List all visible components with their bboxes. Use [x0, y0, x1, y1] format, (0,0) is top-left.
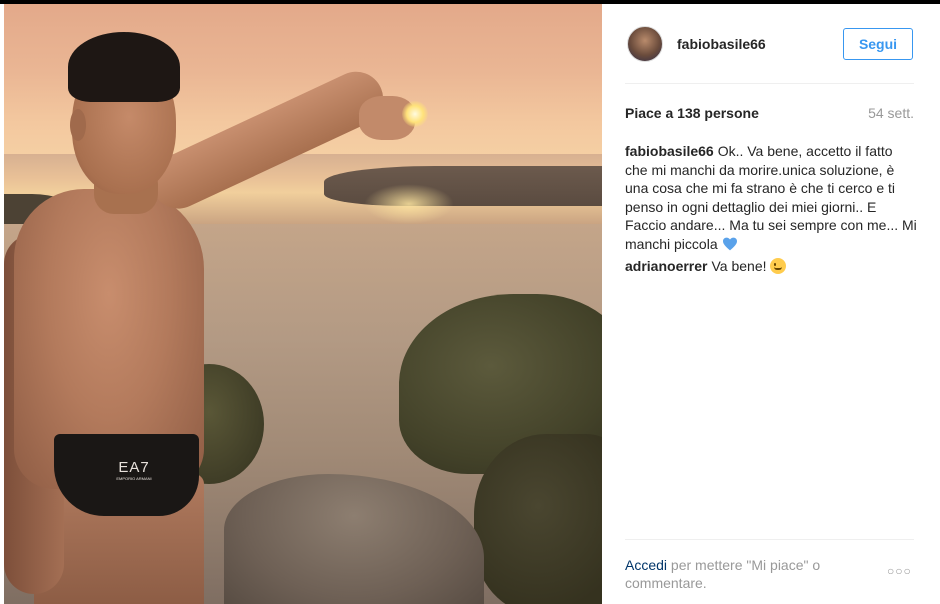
comments-list: fabiobasile66 Ok.. Va bene, accetto il fa…	[625, 142, 917, 280]
person-ear	[70, 109, 86, 141]
post-modal: EA7 EMPORIO ARMANI fabiobasile66 Segui P…	[0, 0, 940, 604]
likes-count[interactable]: Piace a 138 persone	[625, 105, 759, 121]
comment: fabiobasile66 Ok.. Va bene, accetto il fa…	[625, 142, 917, 253]
post-username[interactable]: fabiobasile66	[677, 36, 766, 52]
comment-author[interactable]: fabiobasile66	[625, 143, 714, 159]
post-timestamp[interactable]: 54 sett.	[868, 105, 914, 121]
trunks-logo-text: EA7	[118, 459, 150, 476]
comment-author[interactable]: adrianoerrer	[625, 258, 707, 274]
ellipsis-icon[interactable]: ○○○	[887, 564, 912, 578]
relieved-face-icon	[770, 258, 787, 274]
trunks-logo-subtext: EMPORIO ARMANI	[116, 476, 152, 481]
photo-sun	[402, 101, 428, 127]
comment-text: Ok.. Va bene, accetto il fatto che mi ma…	[625, 143, 917, 252]
person-hair	[68, 32, 180, 102]
post-header: fabiobasile66 Segui	[603, 4, 940, 84]
login-prompt: Accedi per mettere "Mi piace" o commenta…	[625, 556, 855, 592]
follow-button[interactable]: Segui	[843, 28, 913, 60]
comment: adrianoerrer Va bene!	[625, 257, 917, 276]
blue-heart-icon	[722, 237, 737, 250]
avatar[interactable]	[627, 26, 663, 62]
comment-text: Va bene!	[711, 258, 767, 274]
footer-divider	[625, 539, 914, 540]
photo-person: EA7 EMPORIO ARMANI	[4, 4, 602, 604]
post-photo[interactable]: EA7 EMPORIO ARMANI	[4, 4, 602, 604]
trunks-logo: EA7 EMPORIO ARMANI	[110, 460, 158, 484]
post-side-panel: fabiobasile66 Segui Piace a 138 persone …	[603, 4, 940, 604]
login-link[interactable]: Accedi	[625, 557, 667, 573]
header-divider	[625, 83, 914, 84]
